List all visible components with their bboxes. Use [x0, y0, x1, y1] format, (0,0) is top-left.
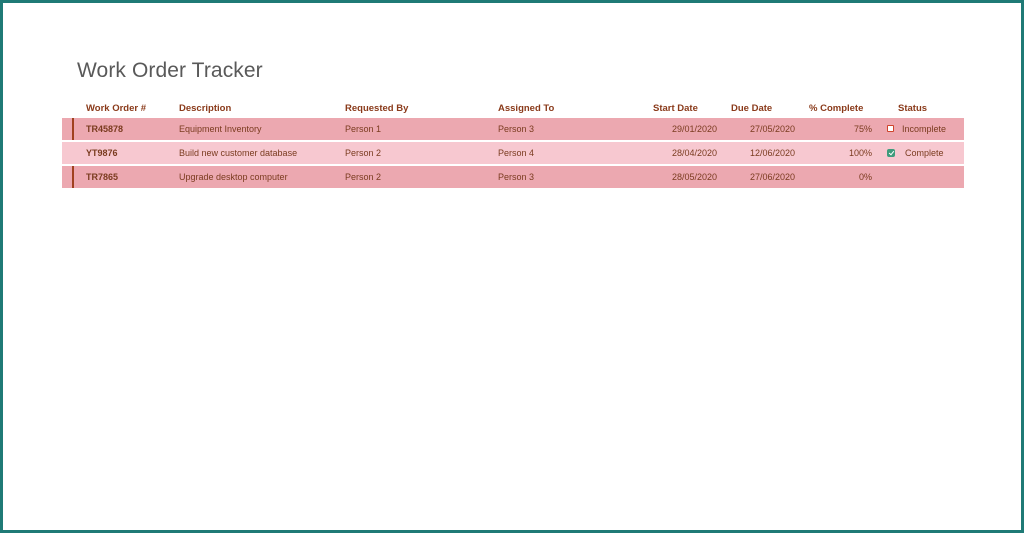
cell-requested-by[interactable]: Person 2: [345, 172, 381, 182]
header-start-date[interactable]: Start Date: [653, 103, 698, 114]
header-requested-by[interactable]: Requested By: [345, 103, 408, 114]
cell-due-date[interactable]: 12/06/2020: [735, 148, 795, 158]
cell-assigned-to[interactable]: Person 3: [498, 124, 534, 134]
cell-start-date[interactable]: 28/05/2020: [657, 172, 717, 182]
table-row[interactable]: YT9876 Build new customer database Perso…: [62, 142, 964, 164]
cell-requested-by[interactable]: Person 2: [345, 148, 381, 158]
header-status[interactable]: Status: [898, 103, 927, 114]
header-work-order[interactable]: Work Order #: [86, 103, 146, 114]
cell-work-order[interactable]: TR7865: [86, 172, 118, 182]
table-row[interactable]: TR45878 Equipment Inventory Person 1 Per…: [62, 118, 964, 140]
row-accent-bar: [72, 118, 74, 140]
cell-work-order[interactable]: YT9876: [86, 148, 118, 158]
cell-requested-by[interactable]: Person 1: [345, 124, 381, 134]
cell-start-date[interactable]: 29/01/2020: [657, 124, 717, 134]
cell-status[interactable]: Complete: [905, 148, 944, 158]
row-accent-bar: [72, 166, 74, 188]
header-description[interactable]: Description: [179, 103, 231, 114]
cell-assigned-to[interactable]: Person 3: [498, 172, 534, 182]
header-due-date[interactable]: Due Date: [731, 103, 772, 114]
cell-percent-complete[interactable]: 100%: [822, 148, 872, 158]
cell-start-date[interactable]: 28/04/2020: [657, 148, 717, 158]
header-percent-complete[interactable]: % Complete: [809, 103, 863, 114]
complete-icon: [887, 149, 895, 157]
table-header: Work Order # Description Requested By As…: [62, 101, 964, 117]
header-assigned-to[interactable]: Assigned To: [498, 103, 554, 114]
row-accent-bar: [72, 142, 74, 164]
cell-assigned-to[interactable]: Person 4: [498, 148, 534, 158]
incomplete-icon: [887, 125, 894, 132]
cell-work-order[interactable]: TR45878: [86, 124, 123, 134]
page-title: Work Order Tracker: [77, 59, 263, 82]
document-frame: Work Order Tracker Work Order # Descript…: [0, 0, 1024, 533]
table-row[interactable]: TR7865 Upgrade desktop computer Person 2…: [62, 166, 964, 188]
cell-percent-complete[interactable]: 0%: [822, 172, 872, 182]
cell-percent-complete[interactable]: 75%: [822, 124, 872, 134]
cell-status[interactable]: Incomplete: [902, 124, 946, 134]
cell-due-date[interactable]: 27/05/2020: [735, 124, 795, 134]
cell-description[interactable]: Build new customer database: [179, 148, 297, 158]
cell-description[interactable]: Equipment Inventory: [179, 124, 262, 134]
cell-due-date[interactable]: 27/06/2020: [735, 172, 795, 182]
cell-description[interactable]: Upgrade desktop computer: [179, 172, 288, 182]
